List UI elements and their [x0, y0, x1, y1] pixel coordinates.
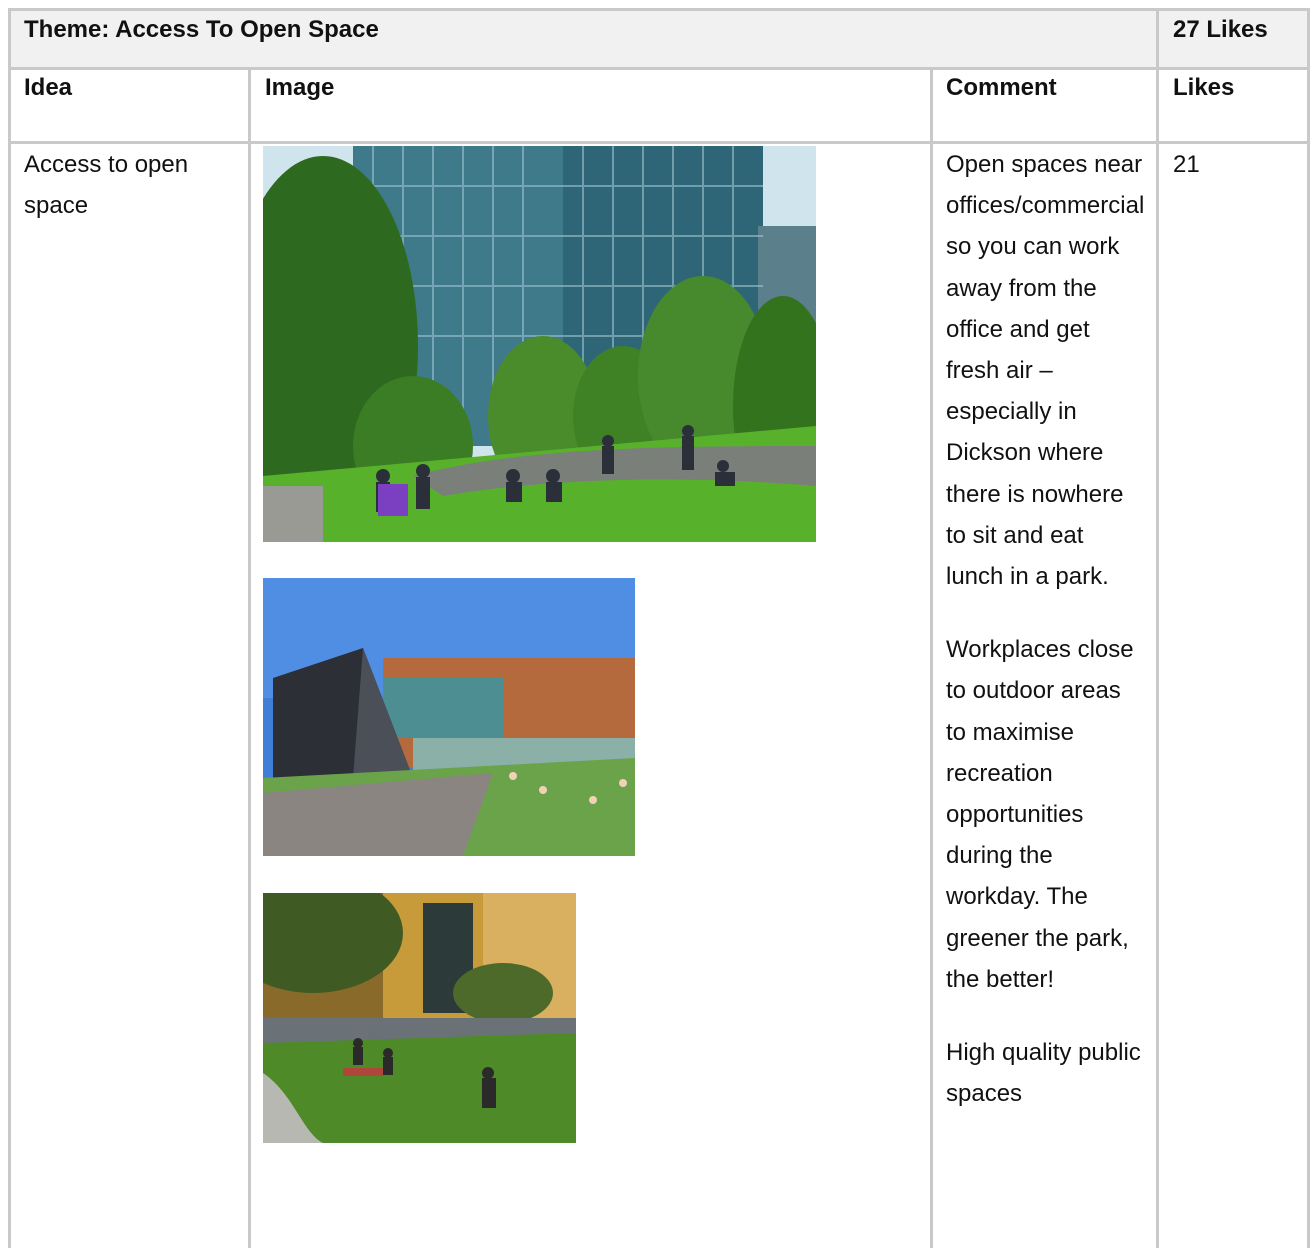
comment-cell: Open spaces near offices/commercial so y… [946, 144, 1146, 1146]
comment-paragraph: Workplaces close to outdoor areas to max… [946, 636, 1134, 993]
table-border-left [8, 8, 11, 1248]
idea-cell: Access to open space [24, 151, 189, 220]
column-header-idea: Idea [24, 74, 73, 101]
comment-paragraph: High quality public spaces [946, 1039, 1141, 1108]
theme-title: Theme: Access To Open Space [24, 16, 379, 43]
modern-building-lawn-image [263, 578, 635, 856]
comment-paragraph: Open spaces near offices/commercial so y… [946, 151, 1145, 591]
table-border-likes [1156, 8, 1159, 1248]
park-with-office-towers-image [263, 146, 816, 542]
table-border-top [8, 8, 1310, 11]
table-border-right [1307, 8, 1310, 1248]
table-border-comment [930, 67, 933, 1248]
column-header-comment: Comment [946, 74, 1057, 101]
ideas-table: Theme: Access To Open Space 27 Likes Ide… [8, 8, 1310, 1248]
theme-likes: 27 Likes [1173, 16, 1268, 43]
likes-cell: 21 [1173, 151, 1200, 178]
column-header-image: Image [265, 74, 335, 101]
table-border-image [248, 67, 251, 1248]
table-border-header [8, 67, 1310, 70]
column-header-likes: Likes [1173, 74, 1235, 101]
urban-park-sunset-image [263, 893, 576, 1143]
